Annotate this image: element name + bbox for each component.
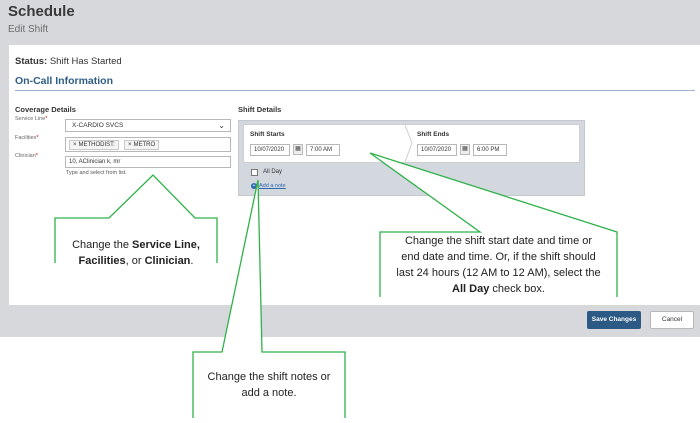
shift-times-box: Shift Starts 10/07/2020 ▦ 7:00 AM Shift … bbox=[243, 124, 580, 163]
start-time-input[interactable]: 7:00 AM bbox=[306, 144, 340, 156]
arrow-divider bbox=[404, 125, 413, 162]
clinician-input[interactable]: 10, AClinician k, mr bbox=[65, 156, 231, 168]
coverage-heading: Coverage Details bbox=[15, 105, 76, 114]
all-day-checkbox[interactable] bbox=[251, 169, 258, 176]
chevron-down-icon: ⌄ bbox=[218, 121, 225, 130]
facility-tag[interactable]: × METHODIST: bbox=[69, 140, 119, 150]
calendar-icon[interactable]: ▦ bbox=[293, 144, 303, 155]
service-line-select[interactable]: X-CARDIO SVCS ⌄ bbox=[65, 119, 231, 132]
section-title: On-Call Information bbox=[15, 75, 113, 87]
app-root: Schedule Edit Shift Status: Shift Has St… bbox=[0, 0, 700, 423]
shift-callout: Change the shift start date and time or … bbox=[396, 235, 601, 295]
end-time-input[interactable]: 6:00 PM bbox=[473, 144, 507, 156]
service-line-label: Service Line* bbox=[15, 116, 48, 122]
status-value: Shift Has Started bbox=[49, 56, 122, 67]
facilities-input[interactable]: × METHODIST: × METRO bbox=[65, 137, 231, 152]
x-icon[interactable]: × bbox=[73, 142, 77, 148]
x-icon[interactable]: × bbox=[128, 142, 132, 148]
section-divider bbox=[15, 90, 695, 91]
notes-callout: Change the shift notes or add a note. bbox=[207, 371, 331, 399]
status-label: Status: bbox=[15, 56, 48, 67]
shift-ends-label: Shift Ends bbox=[417, 131, 450, 138]
clinician-label: Clinician* bbox=[15, 153, 38, 159]
plus-circle-icon[interactable]: + bbox=[251, 183, 257, 189]
shift-details-panel: Shift Starts 10/07/2020 ▦ 7:00 AM Shift … bbox=[238, 120, 585, 196]
status-line: Status: Shift Has Started bbox=[15, 56, 122, 67]
start-date-input[interactable]: 10/07/2020 bbox=[250, 144, 290, 156]
cancel-button[interactable]: Cancel bbox=[650, 311, 694, 329]
save-changes-button[interactable]: Save Changes bbox=[587, 311, 641, 329]
add-note-link[interactable]: Add a note bbox=[259, 183, 286, 189]
calendar-icon[interactable]: ▦ bbox=[460, 144, 470, 155]
end-date-input[interactable]: 10/07/2020 bbox=[417, 144, 457, 156]
shift-starts-label: Shift Starts bbox=[250, 131, 285, 138]
clinician-hint: Type and select from list. bbox=[66, 170, 127, 176]
coverage-callout: Change the Service Line, Facilities, or … bbox=[72, 239, 200, 267]
facilities-label: Facilities* bbox=[15, 135, 39, 141]
facility-tag[interactable]: × METRO bbox=[124, 140, 160, 150]
page-title: Schedule bbox=[8, 3, 75, 20]
shift-details-heading: Shift Details bbox=[238, 105, 282, 114]
page-subtitle: Edit Shift bbox=[8, 24, 49, 35]
service-line-value: X-CARDIO SVCS bbox=[72, 122, 124, 129]
all-day-label: All Day bbox=[263, 169, 283, 175]
